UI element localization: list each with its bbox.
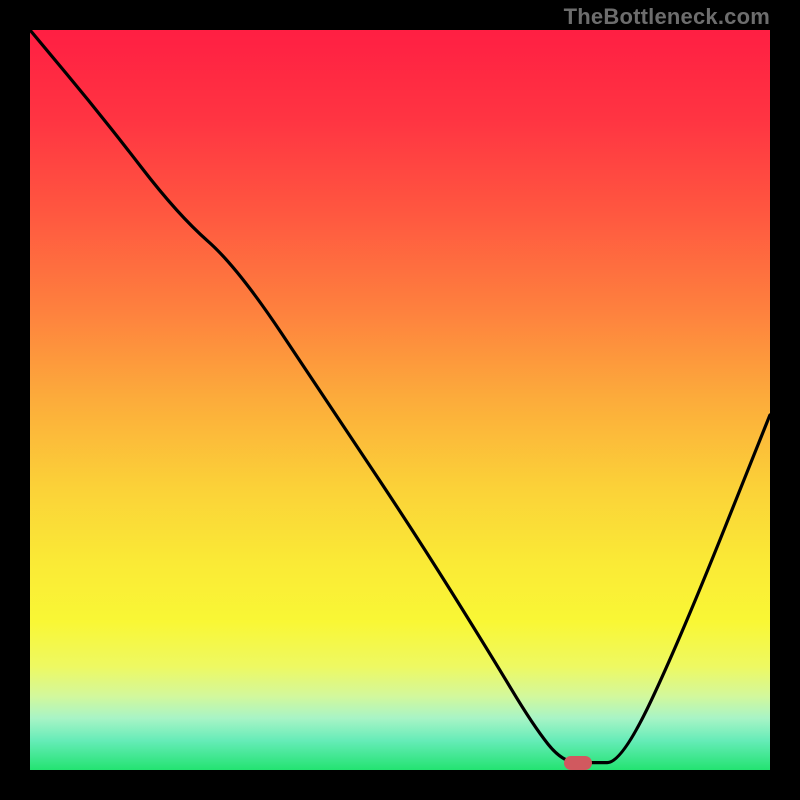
plot-area	[30, 30, 770, 770]
chart-container: TheBottleneck.com	[0, 0, 800, 800]
watermark-label: TheBottleneck.com	[564, 4, 770, 30]
optimum-marker	[564, 756, 592, 770]
bottleneck-curve	[30, 30, 770, 770]
